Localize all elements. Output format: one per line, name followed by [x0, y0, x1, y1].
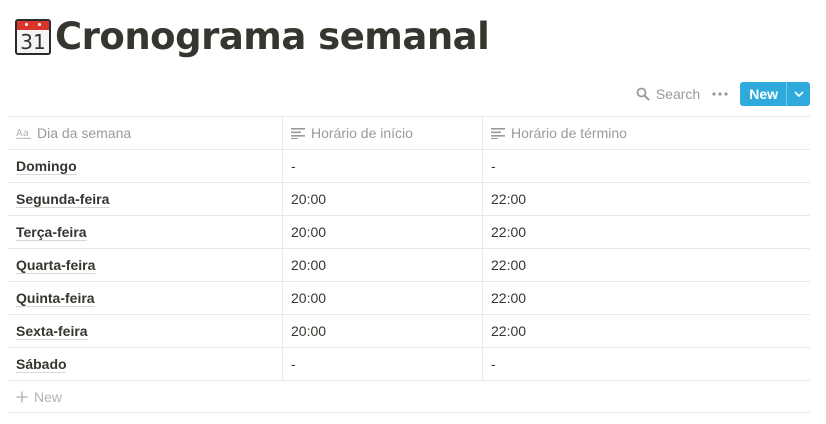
column-header-label: Horário de início [311, 125, 413, 141]
search-icon [636, 87, 650, 101]
cell-termino[interactable]: 22:00 [483, 249, 810, 281]
table-row[interactable]: Terça-feira 20:00 22:00 [8, 216, 810, 249]
cell-inicio[interactable]: - [283, 348, 483, 380]
calendar-icon[interactable]: 31 [15, 19, 51, 55]
row-title[interactable]: Sexta-feira [16, 323, 88, 339]
ellipsis-icon [712, 92, 728, 96]
add-row-label: New [34, 388, 63, 405]
cell-inicio[interactable]: 20:00 [283, 282, 483, 314]
row-title[interactable]: Segunda-feira [16, 191, 109, 207]
page-title[interactable]: Cronograma semanal [55, 14, 490, 60]
row-title[interactable]: Sábado [16, 356, 67, 372]
cell-inicio[interactable]: - [283, 150, 483, 182]
add-row-button[interactable]: New [8, 381, 810, 413]
title-property-icon: Aa [16, 128, 31, 139]
column-header-inicio[interactable]: Horário de início [283, 117, 483, 149]
cell-termino[interactable]: 22:00 [483, 282, 810, 314]
table-row[interactable]: Segunda-feira 20:00 22:00 [8, 183, 810, 216]
calendar-header [17, 21, 49, 30]
table-row[interactable]: Sexta-feira 20:00 22:00 [8, 315, 810, 348]
text-property-icon [491, 128, 505, 139]
page: 31 Cronograma semanal Search New Aa Dia … [0, 0, 826, 424]
cell-termino[interactable]: 22:00 [483, 315, 810, 347]
table-header-row: Aa Dia da semana Horário de início Horár… [8, 117, 810, 150]
database-table: Aa Dia da semana Horário de início Horár… [8, 116, 810, 413]
cell-dia[interactable]: Sábado [8, 348, 283, 380]
row-title[interactable]: Quinta-feira [16, 290, 95, 306]
new-dropdown-button[interactable] [786, 82, 810, 106]
search-label: Search [655, 86, 701, 102]
svg-text:Aa: Aa [16, 128, 29, 139]
title-row: 31 Cronograma semanal [15, 14, 490, 60]
cell-dia[interactable]: Quarta-feira [8, 249, 283, 281]
cell-dia[interactable]: Domingo [8, 150, 283, 182]
database-toolbar: Search New [636, 82, 810, 106]
column-header-termino[interactable]: Horário de término [483, 117, 810, 149]
table-row[interactable]: Quarta-feira 20:00 22:00 [8, 249, 810, 282]
plus-icon [16, 391, 28, 403]
table-row[interactable]: Sábado - - [8, 348, 810, 381]
column-header-dia[interactable]: Aa Dia da semana [8, 117, 283, 149]
text-property-icon [291, 128, 305, 139]
cell-termino[interactable]: 22:00 [483, 216, 810, 248]
row-title[interactable]: Domingo [16, 158, 77, 174]
calendar-ring [25, 23, 28, 26]
search-button[interactable]: Search [636, 86, 700, 102]
column-header-label: Dia da semana [37, 125, 132, 141]
chevron-down-icon [793, 91, 804, 97]
row-title[interactable]: Quarta-feira [16, 257, 95, 273]
cell-dia[interactable]: Sexta-feira [8, 315, 283, 347]
cell-termino[interactable]: - [483, 348, 810, 380]
cell-inicio[interactable]: 20:00 [283, 315, 483, 347]
cell-termino[interactable]: - [483, 150, 810, 182]
cell-termino[interactable]: 22:00 [483, 183, 810, 215]
cell-inicio[interactable]: 20:00 [283, 249, 483, 281]
more-options-button[interactable] [712, 84, 728, 104]
new-button-group: New [740, 82, 810, 106]
row-title[interactable]: Terça-feira [16, 224, 87, 240]
calendar-day: 31 [20, 30, 46, 54]
table-row[interactable]: Domingo - - [8, 150, 810, 183]
new-button[interactable]: New [740, 82, 786, 106]
calendar-ring [38, 23, 41, 26]
cell-inicio[interactable]: 20:00 [283, 216, 483, 248]
column-header-label: Horário de término [511, 125, 627, 141]
table-row[interactable]: Quinta-feira 20:00 22:00 [8, 282, 810, 315]
cell-dia[interactable]: Quinta-feira [8, 282, 283, 314]
cell-dia[interactable]: Segunda-feira [8, 183, 283, 215]
cell-inicio[interactable]: 20:00 [283, 183, 483, 215]
cell-dia[interactable]: Terça-feira [8, 216, 283, 248]
